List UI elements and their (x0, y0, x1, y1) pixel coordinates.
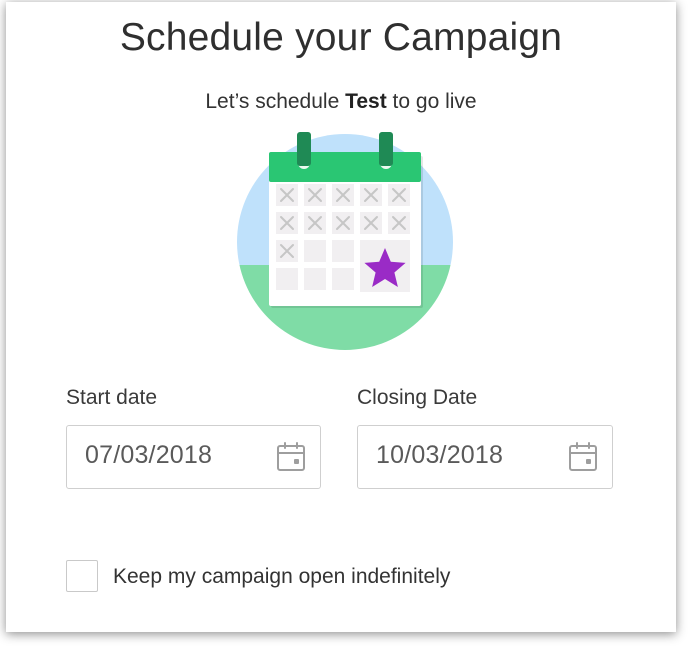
subtitle: Let’s schedule Test to go live (6, 90, 676, 114)
keep-open-label[interactable]: Keep my campaign open indefinitely (113, 565, 450, 589)
campaign-name: Test (345, 90, 387, 113)
subtitle-suffix: to go live (386, 90, 477, 113)
calendar-icon (277, 442, 305, 471)
calendar-star-icon (237, 132, 453, 350)
keep-open-checkbox[interactable] (66, 560, 98, 592)
page-title: Schedule your Campaign (119, 16, 563, 59)
page: Schedule your Campaign Let’s schedule Te… (0, 0, 690, 646)
start-date-label: Start date (66, 386, 158, 409)
start-date-field[interactable]: 07/03/2018 (66, 425, 321, 489)
closing-date-label: Closing Date (357, 386, 478, 409)
calendar-icon (569, 442, 597, 471)
schedule-campaign-dialog: Schedule your Campaign Let’s schedule Te… (6, 2, 676, 632)
closing-date-calendar-button[interactable] (566, 440, 600, 474)
subtitle-prefix: Let’s schedule (205, 90, 346, 113)
start-date-calendar-button[interactable] (274, 440, 308, 474)
closing-date-field[interactable]: 10/03/2018 (357, 425, 613, 489)
start-date-value: 07/03/2018 (85, 441, 213, 469)
closing-date-value: 10/03/2018 (376, 441, 504, 469)
calendar-star-illustration (229, 130, 461, 352)
